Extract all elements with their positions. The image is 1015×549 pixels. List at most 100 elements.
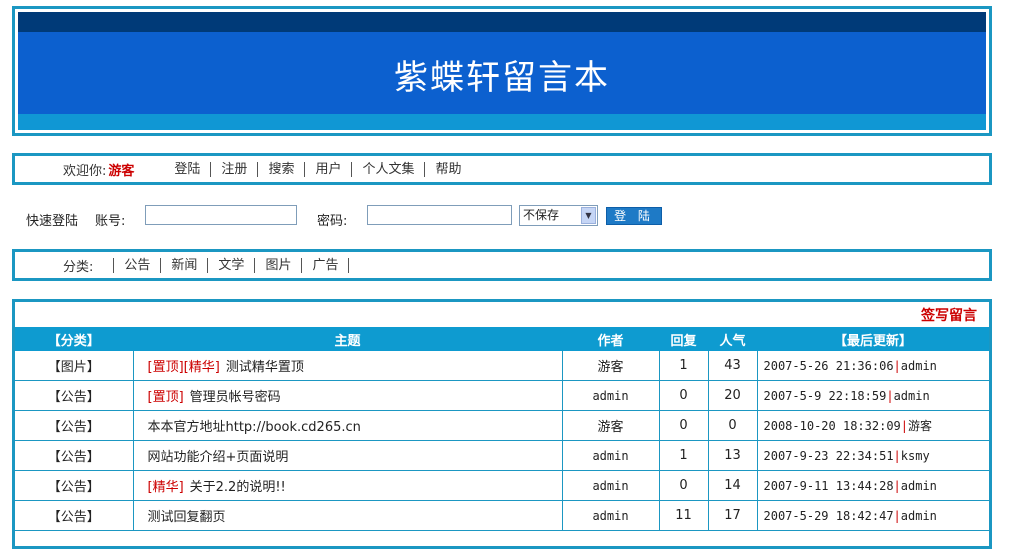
login-submit-button[interactable]: 登 陆: [606, 207, 662, 225]
post-last-updated: 2007-5-26 21:36:06|admin: [757, 351, 989, 381]
post-updated-by[interactable]: admin: [901, 359, 937, 373]
nav-personal-collection-link[interactable]: 个人文集: [352, 161, 426, 177]
post-tag: [置顶]: [147, 390, 184, 405]
nav-login-link[interactable]: 登陆: [164, 161, 212, 177]
post-subject-cell: [置顶][精华] 测试精华置顶: [133, 351, 563, 381]
post-list-panel: 签写留言 【分类】 主题 作者 回复 人气 【最后更新】 【图片】 [置顶][精华…: [12, 299, 992, 549]
post-last-updated: 2008-10-20 18:32:09|游客: [757, 410, 989, 441]
header-banner: 紫蝶轩留言本: [12, 6, 992, 136]
updated-separator: |: [893, 478, 901, 493]
post-replies: 1: [659, 351, 709, 381]
post-updated-by[interactable]: 游客: [908, 419, 932, 433]
post-category[interactable]: 【公告】: [15, 410, 134, 441]
banner-bottom-band: [18, 114, 986, 130]
site-title: 紫蝶轩留言本: [394, 58, 610, 98]
post-views: 0: [708, 410, 758, 441]
column-header-category: 【分类】: [15, 327, 134, 351]
post-last-updated: 2007-5-9 22:18:59|admin: [757, 380, 989, 411]
post-subject-link[interactable]: 测试回复翻页: [148, 510, 226, 525]
save-login-select[interactable]: 不保存 ▼: [519, 205, 598, 226]
table-row: 【公告】 网站功能介绍+页面说明 admin 1 13 2007-9-23 22:34:5…: [15, 440, 989, 471]
post-updated-time: 2008-10-20 18:32:09: [763, 419, 901, 433]
post-subject-link[interactable]: 本本官方地址http://book.cd265.cn: [148, 420, 361, 435]
category-images-link[interactable]: 图片: [254, 257, 301, 273]
post-views: 13: [708, 440, 758, 471]
nav-users-link[interactable]: 用户: [305, 161, 353, 177]
post-category[interactable]: 【公告】: [15, 380, 134, 411]
post-author[interactable]: admin: [562, 380, 660, 411]
table-row: 【公告】 本本官方地址http://book.cd265.cn 游客 0 0 2008-1…: [15, 410, 989, 441]
account-label: 账号:: [95, 214, 126, 229]
post-replies: 11: [659, 500, 709, 531]
sign-guestbook-link[interactable]: 签写留言: [921, 305, 977, 325]
updated-separator: |: [900, 419, 909, 433]
post-subject-cell: [精华] 关于2.2的说明!!: [133, 470, 563, 501]
updated-separator: |: [893, 508, 901, 523]
post-views: 14: [708, 470, 758, 501]
table-row: 【公告】 [精华] 关于2.2的说明!! admin 0 14 2007-9-11 13:4…: [15, 470, 989, 501]
password-label: 密码:: [317, 214, 348, 229]
post-author[interactable]: admin: [562, 500, 660, 531]
post-subject-link[interactable]: 管理员帐号密码: [190, 390, 281, 405]
password-input[interactable]: [367, 205, 512, 225]
banner-top-band: [18, 12, 986, 32]
post-author[interactable]: admin: [562, 440, 660, 471]
post-table-body: 【图片】 [置顶][精华] 测试精华置顶 游客 1 43 2007-5-26 21:36:0…: [15, 351, 989, 531]
post-last-updated: 2007-5-29 18:42:47|admin: [757, 500, 989, 531]
post-updated-by[interactable]: admin: [894, 389, 930, 403]
column-header-replies: 回复: [659, 327, 709, 351]
post-views: 17: [708, 500, 758, 531]
post-replies: 0: [659, 380, 709, 411]
welcome-username: 游客: [108, 163, 135, 179]
post-subject-cell: 本本官方地址http://book.cd265.cn: [133, 410, 563, 441]
post-author[interactable]: admin: [562, 470, 660, 501]
post-tag: [置顶]: [147, 360, 184, 375]
post-updated-by[interactable]: admin: [901, 509, 937, 523]
post-updated-time: 2007-9-11 13:44:28: [763, 478, 894, 493]
account-input[interactable]: [145, 205, 297, 225]
post-replies: 0: [659, 470, 709, 501]
post-views: 43: [708, 351, 758, 381]
post-category[interactable]: 【公告】: [15, 440, 134, 471]
post-table-header: 【分类】 主题 作者 回复 人气 【最后更新】: [15, 327, 989, 351]
column-header-author: 作者: [562, 327, 660, 351]
main-nav-bar: 欢迎你: 游客 登陆 注册 搜索 用户 个人文集 帮助: [12, 153, 992, 185]
post-subject-link[interactable]: 网站功能介绍+页面说明: [148, 450, 289, 465]
post-subject-link[interactable]: 测试精华置顶: [226, 360, 304, 375]
post-subject-cell: 测试回复翻页: [133, 500, 563, 531]
post-category[interactable]: 【公告】: [15, 470, 134, 501]
post-updated-by[interactable]: admin: [901, 479, 937, 493]
post-author[interactable]: 游客: [562, 351, 660, 381]
post-author[interactable]: 游客: [562, 410, 660, 441]
post-category[interactable]: 【图片】: [15, 351, 134, 381]
nav-help-link[interactable]: 帮助: [425, 162, 471, 177]
post-updated-time: 2007-5-26 21:36:06: [763, 358, 894, 373]
table-row: 【公告】 测试回复翻页 admin 11 17 2007-5-29 18:42:47|ad…: [15, 500, 989, 531]
post-updated-by[interactable]: ksmy: [901, 449, 930, 463]
post-last-updated: 2007-9-11 13:44:28|admin: [757, 470, 989, 501]
chevron-down-icon[interactable]: ▼: [581, 207, 596, 224]
post-category[interactable]: 【公告】: [15, 500, 134, 531]
category-literature-link[interactable]: 文学: [207, 257, 254, 273]
nav-search-link[interactable]: 搜索: [258, 161, 306, 177]
category-news-link[interactable]: 新闻: [160, 257, 207, 273]
post-tag: [精华]: [147, 480, 184, 495]
post-views: 20: [708, 380, 758, 411]
category-announcement-link[interactable]: 公告: [113, 257, 160, 273]
table-row: 【图片】 [置顶][精华] 测试精华置顶 游客 1 43 2007-5-26 21:36:0…: [15, 351, 989, 381]
save-login-selected: 不保存: [523, 208, 560, 222]
category-ads-link[interactable]: 广告: [301, 257, 350, 273]
updated-separator: |: [893, 358, 901, 373]
post-replies: 1: [659, 440, 709, 471]
column-header-subject: 主题: [133, 327, 563, 351]
post-table: 【分类】 主题 作者 回复 人气 【最后更新】 【图片】 [置顶][精华] 测试精华…: [15, 327, 989, 531]
post-updated-time: 2007-9-23 22:34:51: [763, 448, 894, 463]
post-replies: 0: [659, 410, 709, 441]
updated-separator: |: [893, 448, 901, 463]
post-subject-link[interactable]: 关于2.2的说明!!: [190, 480, 286, 495]
nav-register-link[interactable]: 注册: [211, 161, 259, 177]
banner-background: 紫蝶轩留言本: [18, 12, 986, 130]
post-subject-cell: 网站功能介绍+页面说明: [133, 440, 563, 471]
post-last-updated: 2007-9-23 22:34:51|ksmy: [757, 440, 989, 471]
category-label: 分类:: [63, 259, 94, 275]
